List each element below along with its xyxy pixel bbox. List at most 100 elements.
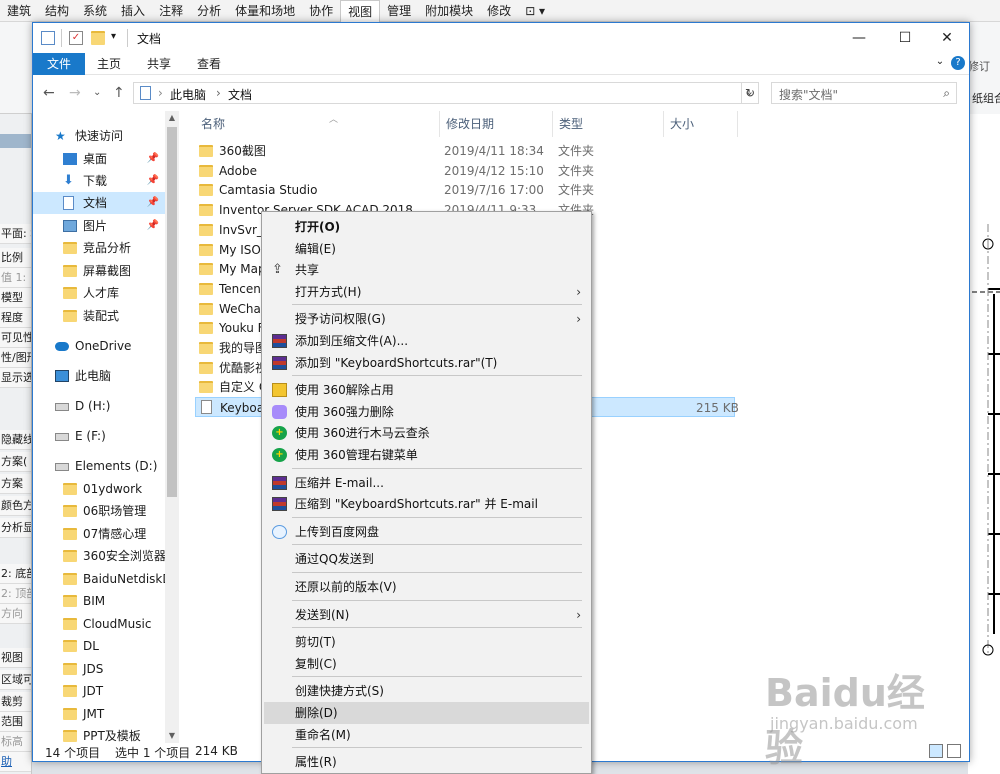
menu-item[interactable]: 发送到(N) › (264, 604, 589, 626)
nav-item[interactable]: CloudMusic (33, 613, 165, 635)
nav-item[interactable]: 01ydwork (33, 478, 165, 500)
nav-item[interactable]: 桌面 📌 (33, 148, 165, 170)
nav-item[interactable]: ⬇ 下载 📌 (33, 170, 165, 192)
revit-menu-item[interactable]: 视图 (340, 0, 381, 22)
column-header-size[interactable]: 大小 (664, 111, 738, 137)
pin-icon[interactable]: 📌 (147, 148, 159, 170)
nav-item[interactable]: ★ 快速访问 (33, 125, 165, 147)
revit-menu-item[interactable]: 注释 (152, 0, 190, 22)
pin-icon[interactable]: 📌 (147, 215, 159, 237)
menu-item[interactable]: 添加到 "KeyboardShortcuts.rar"(T) (264, 352, 589, 374)
menu-item[interactable]: 删除(D) (264, 702, 589, 724)
scroll-down-arrow[interactable]: ▼ (165, 729, 179, 743)
menu-item[interactable]: 添加到压缩文件(A)... (264, 330, 589, 352)
nav-item[interactable]: JDT (33, 680, 165, 702)
menu-item[interactable]: + 使用 360进行木马云查杀 (264, 422, 589, 444)
tab-view[interactable]: 查看 (187, 53, 231, 75)
nav-item[interactable]: 人才库 (33, 282, 165, 304)
large-icons-view-icon[interactable] (947, 744, 961, 758)
menu-item[interactable]: 创建快捷方式(S) (264, 680, 589, 702)
menu-item[interactable]: 重命名(M) (264, 724, 589, 746)
revit-menu-item[interactable]: 修改 (480, 0, 518, 22)
nav-item[interactable]: 屏幕截图 (33, 260, 165, 282)
nav-item[interactable]: D (H:) (33, 395, 165, 417)
column-header-date[interactable]: 修改日期 (440, 111, 553, 137)
menu-item[interactable]: 压缩到 "KeyboardShortcuts.rar" 并 E-mail (264, 493, 589, 515)
close-button[interactable]: ✕ (925, 23, 969, 53)
menu-item[interactable]: 使用 360解除占用 (264, 379, 589, 401)
tab-home[interactable]: 主页 (87, 53, 131, 75)
nav-item[interactable]: 装配式 (33, 305, 165, 327)
nav-item[interactable]: BaiduNetdiskD (33, 568, 165, 590)
menu-item[interactable]: 打开方式(H) › (264, 281, 589, 303)
nav-item[interactable]: 竞品分析 (33, 237, 165, 259)
tab-file[interactable]: 文件 (33, 53, 85, 75)
menu-item[interactable]: 使用 360强力删除 (264, 401, 589, 423)
revit-menu-item[interactable]: 系统 (76, 0, 114, 22)
nav-item[interactable]: 07情感心理 (33, 523, 165, 545)
refresh-button[interactable]: ↻ (741, 82, 759, 104)
properties-check-icon[interactable]: ✓ (69, 31, 83, 45)
menu-item[interactable]: ⇪ 共享 (264, 259, 589, 281)
nav-scrollbar[interactable]: ▲ ▼ (165, 111, 179, 743)
menu-item[interactable]: 还原以前的版本(V) (264, 576, 589, 598)
revit-menu-item[interactable]: 体量和场地 (228, 0, 302, 22)
revit-menu-item[interactable]: 附加模块 (418, 0, 480, 22)
address-bar[interactable]: › 此电脑 › 文档 ⌄ (133, 82, 759, 104)
menu-item[interactable]: 编辑(E) (264, 238, 589, 260)
revit-menu-item[interactable]: 协作 (302, 0, 340, 22)
revit-drawing-canvas[interactable] (968, 114, 1000, 774)
revit-menu-item[interactable]: 插入 (114, 0, 152, 22)
column-header-type[interactable]: 类型 (553, 111, 664, 137)
revit-menu-item[interactable]: 结构 (38, 0, 76, 22)
breadcrumb-documents[interactable]: 文档 (228, 86, 252, 103)
chevron-down-icon[interactable]: ⌄ (933, 56, 947, 70)
up-button[interactable]: ↑ (113, 85, 125, 101)
menu-item[interactable]: 属性(R) (264, 751, 589, 773)
column-header-name[interactable]: 名称 ︿ (195, 111, 440, 137)
menu-item[interactable]: 授予访问权限(G) › (264, 308, 589, 330)
scroll-up-arrow[interactable]: ▲ (165, 111, 179, 125)
back-button[interactable]: ← (43, 85, 55, 101)
scroll-thumb[interactable] (167, 127, 177, 497)
menu-item[interactable]: 打开(O) (264, 216, 589, 238)
nav-item[interactable]: 文档 📌 (33, 192, 165, 214)
nav-item[interactable]: JDS (33, 658, 165, 680)
customize-quick-access-icon[interactable]: ▾ (111, 31, 116, 42)
search-icon[interactable]: ⌕ (943, 86, 950, 101)
nav-item[interactable]: OneDrive (33, 335, 165, 357)
menu-item[interactable]: + 使用 360管理右键菜单 (264, 444, 589, 466)
forward-button[interactable]: → (69, 85, 81, 101)
nav-item[interactable]: BIM (33, 590, 165, 612)
menu-item[interactable]: 上传到百度网盘 (264, 521, 589, 543)
file-row[interactable]: 360截图 2019/4/11 18:34 文件夹 (195, 141, 735, 161)
revit-menu-item[interactable]: ⊡ ▾ (518, 0, 552, 22)
minimize-button[interactable]: — (837, 23, 881, 53)
nav-item[interactable]: 图片 📌 (33, 215, 165, 237)
pin-icon[interactable]: 📌 (147, 192, 159, 214)
revit-menu-item[interactable]: 分析 (190, 0, 228, 22)
nav-item[interactable]: E (F:) (33, 425, 165, 447)
nav-item[interactable]: JMT (33, 703, 165, 725)
menu-item[interactable]: 复制(C) (264, 653, 589, 675)
nav-item[interactable]: PPT及模板 (33, 725, 165, 743)
revit-revision-label[interactable]: 修订 (968, 58, 990, 74)
search-input[interactable]: 搜索"文档" ⌕ (771, 82, 957, 104)
recent-locations-button[interactable]: ⌄ (93, 87, 101, 98)
tab-share[interactable]: 共享 (137, 53, 181, 75)
menu-item[interactable]: 剪切(T) (264, 631, 589, 653)
help-icon[interactable]: ? (951, 56, 965, 70)
file-row[interactable]: Adobe 2019/4/12 15:10 文件夹 (195, 161, 735, 181)
maximize-button[interactable]: ☐ (883, 23, 927, 53)
breadcrumb-this-pc[interactable]: 此电脑 (170, 86, 206, 103)
nav-item[interactable]: DL (33, 635, 165, 657)
new-folder-icon[interactable] (91, 31, 105, 45)
nav-item[interactable]: 360安全浏览器下 (33, 545, 165, 567)
nav-item[interactable]: 此电脑 (33, 365, 165, 387)
revit-menu-item[interactable]: 建筑 (0, 0, 38, 22)
nav-item[interactable]: 06职场管理 (33, 500, 165, 522)
menu-item[interactable]: 压缩并 E-mail... (264, 472, 589, 494)
pin-icon[interactable]: 📌 (147, 170, 159, 192)
menu-item[interactable]: 通过QQ发送到 (264, 548, 589, 570)
file-row[interactable]: Camtasia Studio 2019/7/16 17:00 文件夹 (195, 180, 735, 200)
